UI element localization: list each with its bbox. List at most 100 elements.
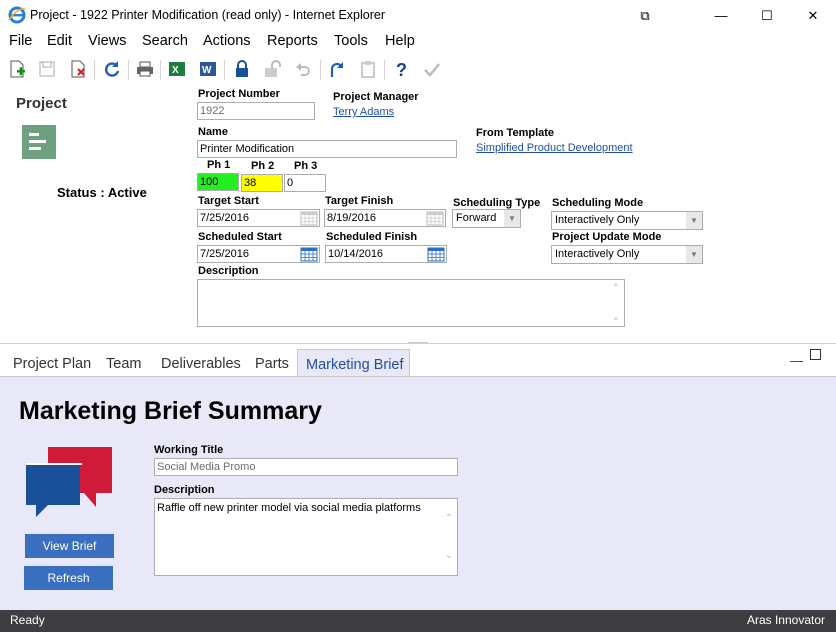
- menu-file[interactable]: File: [9, 33, 32, 49]
- calendar-icon[interactable]: [300, 211, 318, 226]
- minimize-panel-icon[interactable]: —: [790, 353, 803, 368]
- phase-3-field[interactable]: 0: [284, 174, 326, 192]
- maximize-panel-icon[interactable]: [810, 349, 821, 360]
- toolbar-separator: [384, 60, 385, 80]
- scheduling-type-value: Forward: [456, 212, 497, 224]
- scheduled-start-value: 7/25/2016: [200, 248, 249, 260]
- target-finish-field[interactable]: 8/19/2016: [324, 209, 446, 227]
- delete-icon[interactable]: [66, 57, 90, 81]
- calendar-icon[interactable]: [427, 247, 445, 262]
- print-icon[interactable]: [133, 57, 157, 81]
- scheduled-finish-value: 10/14/2016: [328, 248, 384, 260]
- calendar-icon[interactable]: [426, 211, 444, 226]
- excel-icon[interactable]: X: [165, 57, 189, 81]
- word-icon[interactable]: W: [196, 57, 220, 81]
- menu-search[interactable]: Search: [142, 33, 188, 49]
- refresh-icon[interactable]: [100, 57, 124, 81]
- menu-views[interactable]: Views: [88, 33, 126, 49]
- project-number-field[interactable]: 1922: [197, 102, 315, 120]
- calendar-icon[interactable]: [300, 247, 318, 262]
- chat-bubbles-icon: [26, 445, 114, 520]
- new-item-icon[interactable]: [5, 57, 29, 81]
- tab-strip: Project Plan Team Deliverables Parts Mar…: [0, 343, 836, 381]
- target-finish-value: 8/19/2016: [327, 212, 376, 224]
- toolbar: X W ?: [0, 55, 836, 83]
- project-update-mode-select[interactable]: Interactively Only ▼: [551, 245, 703, 264]
- toolbar-separator: [128, 60, 129, 80]
- phase-3-label: Ph 3: [294, 160, 318, 172]
- target-start-field[interactable]: 7/25/2016: [197, 209, 320, 227]
- chevron-down-icon[interactable]: ▼: [686, 212, 702, 229]
- status-label: Status :: [57, 185, 108, 200]
- chevron-down-icon[interactable]: ▼: [504, 210, 520, 227]
- tab-deliverables[interactable]: Deliverables: [161, 356, 241, 372]
- clipboard-icon[interactable]: [356, 57, 380, 81]
- scheduled-start-field[interactable]: 7/25/2016: [197, 245, 320, 263]
- phase-2-field[interactable]: 38: [241, 174, 283, 192]
- menu-reports[interactable]: Reports: [267, 33, 318, 49]
- scheduling-mode-select[interactable]: Interactively Only ▼: [551, 211, 703, 230]
- brief-description-label: Description: [154, 484, 215, 496]
- status-value: Active: [107, 185, 147, 200]
- chevron-down-icon[interactable]: ▼: [686, 246, 702, 263]
- phase-1-label: Ph 1: [207, 159, 231, 171]
- name-label: Name: [198, 126, 228, 138]
- project-manager-label: Project Manager: [333, 91, 419, 103]
- project-number-label: Project Number: [198, 88, 280, 100]
- scroll-up-icon[interactable]: ⌃: [445, 513, 453, 524]
- tab-project-plan[interactable]: Project Plan: [13, 356, 91, 372]
- tab-parts[interactable]: Parts: [255, 356, 289, 372]
- phase-1-field[interactable]: 100: [197, 173, 239, 191]
- save-icon[interactable]: [35, 57, 59, 81]
- tab-team[interactable]: Team: [106, 356, 141, 372]
- undo-icon[interactable]: [291, 57, 315, 81]
- scheduled-start-label: Scheduled Start: [198, 231, 282, 243]
- restore-tab-icon[interactable]: ⧉: [622, 0, 668, 31]
- unlock-icon[interactable]: [260, 57, 284, 81]
- from-template-link[interactable]: Simplified Product Development: [476, 142, 633, 154]
- refresh-button[interactable]: Refresh: [24, 566, 113, 590]
- description-textarea[interactable]: ⌃ ⌄: [197, 279, 625, 327]
- toolbar-separator: [320, 60, 321, 80]
- target-finish-label: Target Finish: [325, 195, 394, 207]
- status-brand: Aras Innovator: [746, 613, 825, 627]
- checkmark-icon[interactable]: [420, 57, 444, 81]
- minimize-button[interactable]: —: [698, 0, 744, 31]
- svg-text:W: W: [202, 65, 212, 76]
- scheduled-finish-field[interactable]: 10/14/2016: [325, 245, 447, 263]
- menu-bar: File Edit Views Search Actions Reports T…: [0, 31, 836, 53]
- status-text: Ready: [10, 613, 45, 627]
- menu-edit[interactable]: Edit: [47, 33, 72, 49]
- marketing-brief-panel: Marketing Brief Summary View Brief Refre…: [0, 376, 836, 611]
- scroll-down-icon[interactable]: ⌄: [445, 550, 453, 561]
- help-icon[interactable]: ?: [389, 57, 413, 81]
- target-start-value: 7/25/2016: [200, 212, 249, 224]
- promote-icon[interactable]: [325, 57, 349, 81]
- project-manager-link[interactable]: Terry Adams: [333, 106, 394, 118]
- toolbar-separator: [224, 60, 225, 80]
- close-button[interactable]: ✕: [790, 0, 836, 31]
- lock-icon[interactable]: [230, 57, 254, 81]
- working-title-field[interactable]: Social Media Promo: [154, 458, 458, 476]
- scheduling-type-select[interactable]: Forward ▼: [452, 209, 521, 228]
- working-title-label: Working Title: [154, 444, 224, 456]
- maximize-button[interactable]: ☐: [744, 0, 790, 31]
- scheduling-mode-value: Interactively Only: [555, 214, 640, 226]
- brief-heading: Marketing Brief Summary: [19, 397, 322, 425]
- view-brief-button[interactable]: View Brief: [25, 534, 114, 558]
- toolbar-separator: [160, 60, 161, 80]
- status-bar: Ready Aras Innovator: [0, 610, 836, 632]
- description-label: Description: [198, 265, 259, 277]
- scheduled-finish-label: Scheduled Finish: [326, 231, 418, 243]
- svg-text:?: ?: [396, 60, 407, 78]
- menu-tools[interactable]: Tools: [334, 33, 368, 49]
- scroll-down-icon[interactable]: ⌄: [612, 312, 620, 323]
- menu-help[interactable]: Help: [385, 33, 415, 49]
- scroll-up-icon[interactable]: ⌃: [612, 283, 620, 294]
- menu-actions[interactable]: Actions: [203, 33, 251, 49]
- ie-logo-icon: [8, 6, 26, 27]
- from-template-label: From Template: [476, 127, 555, 139]
- target-start-label: Target Start: [198, 195, 259, 207]
- name-field[interactable]: Printer Modification: [197, 140, 457, 158]
- brief-description-textarea[interactable]: Raffle off new printer model via social …: [154, 498, 458, 576]
